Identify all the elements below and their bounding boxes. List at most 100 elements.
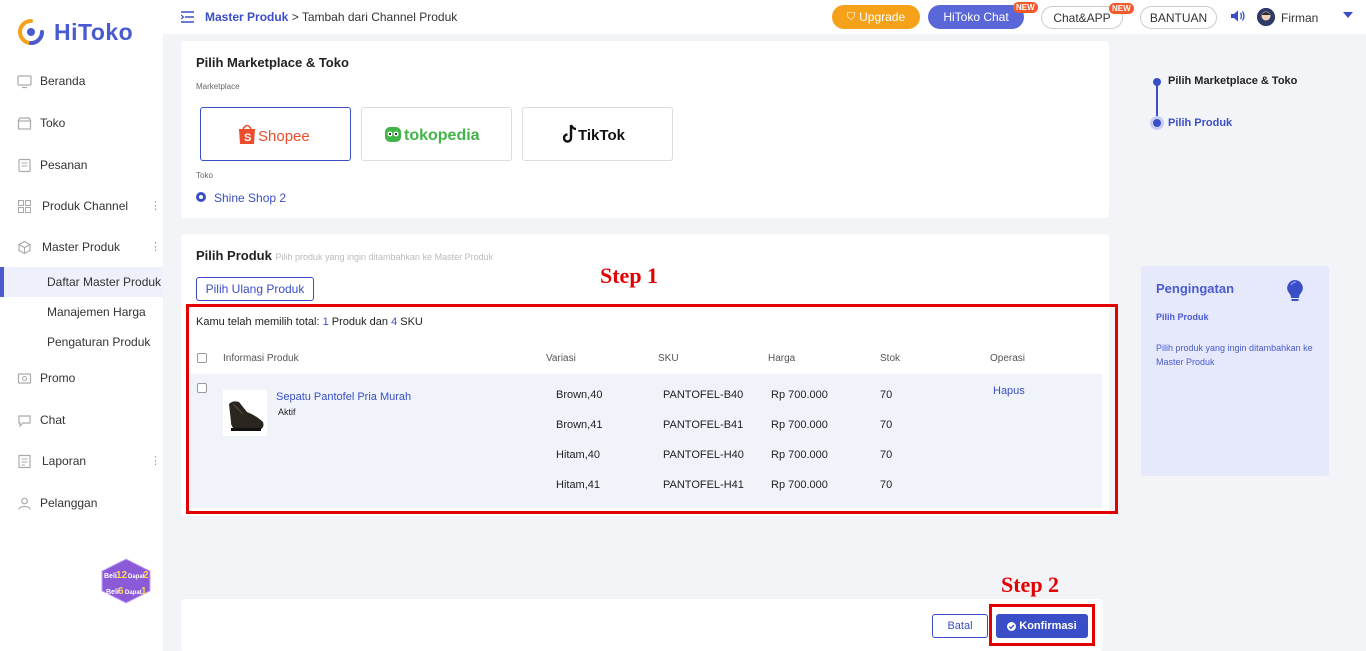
grid-icon	[18, 199, 31, 213]
reminder-subtitle: Pilih Produk	[1156, 312, 1209, 322]
sidebar-item-master-produk[interactable]: Master Produk ⋮	[0, 235, 163, 259]
step-dot-2	[1153, 119, 1161, 127]
step2-annotation: Step 2	[1001, 572, 1060, 597]
sidebar-item-beranda[interactable]: Beranda	[0, 69, 163, 93]
promo-icon	[17, 372, 32, 384]
sidebar-subitem-label: Manajemen Harga	[47, 305, 146, 319]
product-section-title-text: Pilih Produk	[196, 248, 272, 263]
promo-line1-b: 12	[116, 570, 128, 581]
sidebar-item-laporan[interactable]: Laporan ⋮	[0, 449, 163, 473]
shop-name[interactable]: Shine Shop 2	[214, 191, 286, 205]
shopee-wordmark: Shopee	[258, 128, 310, 145]
sidebar-item-label: Beranda	[40, 74, 86, 88]
cancel-button[interactable]: Batal	[932, 614, 988, 638]
bantuan-button[interactable]: BANTUAN	[1140, 6, 1217, 29]
product-section-title: Pilih Produk Pilih produk yang ingin dit…	[196, 248, 493, 263]
steps-connector-line	[1156, 83, 1158, 123]
marketplace-option-tiktok[interactable]: TikTok	[522, 107, 673, 161]
tiktok-logo: TikTok	[562, 124, 626, 144]
sidebar-item-pelanggan[interactable]: Pelanggan	[0, 491, 163, 515]
marketplace-card: Pilih Marketplace & Toko Marketplace S S…	[181, 41, 1109, 218]
reminder-description: Pilih produk yang ingin ditambahkan ke M…	[1156, 343, 1313, 367]
marketplace-label: Marketplace	[196, 82, 240, 91]
customer-icon	[18, 497, 31, 510]
promo-line2-d: 1	[141, 586, 147, 597]
marketplace-option-tokopedia[interactable]: tokopedia	[361, 107, 512, 161]
sidebar-subitem-manajemen-harga[interactable]: Manajemen Harga	[0, 297, 163, 327]
username: Firman	[1281, 11, 1319, 25]
step-2-label: Pilih Produk	[1168, 117, 1233, 129]
tokopedia-wordmark: tokopedia	[404, 127, 480, 144]
monitor-icon	[17, 74, 32, 88]
report-icon	[18, 454, 31, 468]
topbar: Master Produk > Tambah dari Channel Prod…	[163, 0, 1366, 34]
promo-line1-d: 2	[143, 570, 149, 581]
sidebar-subitem-daftar-master-produk[interactable]: Daftar Master Produk	[0, 267, 163, 297]
marketplace-section-title: Pilih Marketplace & Toko	[196, 55, 349, 70]
marketplace-option-shopee[interactable]: S Shopee	[200, 107, 351, 161]
avatar-image	[1257, 8, 1275, 26]
hitoko-chat-label: HiToko Chat	[943, 10, 1009, 24]
step-1-label: Pilih Marketplace & Toko	[1168, 75, 1298, 87]
avatar[interactable]	[1257, 8, 1275, 26]
sidebar: HiToko Beranda Toko Pesanan Produk Chann…	[0, 0, 163, 651]
breadcrumb-current: Tambah dari Channel Produk	[301, 10, 458, 24]
promo-line2-a: Beli	[106, 589, 119, 596]
step1-highlight-box	[186, 304, 1118, 514]
reminder-title: Pengingatan	[1156, 281, 1235, 296]
promo-line2-b: 6	[118, 586, 124, 597]
hitoko-chat-button[interactable]: HiToko Chat	[928, 5, 1024, 29]
menu-collapse-icon[interactable]	[181, 11, 194, 23]
sidebar-item-label: Chat	[40, 413, 66, 427]
more-icon[interactable]: ⋮	[150, 241, 161, 253]
cancel-label: Batal	[947, 620, 973, 632]
more-icon[interactable]: ⋮	[150, 455, 161, 467]
breadcrumb-separator: >	[288, 10, 302, 24]
upgrade-button[interactable]: ⛉ Upgrade	[832, 5, 920, 29]
step1-annotation: Step 1	[600, 263, 659, 288]
reselect-product-label: Pilih Ulang Produk	[205, 282, 305, 296]
breadcrumb-link-master-produk[interactable]: Master Produk	[205, 10, 288, 24]
toko-label: Toko	[196, 171, 213, 180]
hitoko-logo[interactable]: HiToko	[14, 18, 133, 46]
sidebar-item-toko[interactable]: Toko	[0, 111, 163, 135]
shopee-logo: S Shopee	[238, 124, 310, 145]
sidebar-item-label: Pesanan	[40, 158, 88, 172]
sidebar-subitem-label: Pengaturan Produk	[47, 335, 151, 349]
more-icon[interactable]: ⋮	[150, 200, 161, 212]
step2-highlight-box	[989, 604, 1095, 646]
reminder-panel: Pengingatan Pilih Produk Pilih produk ya…	[1141, 266, 1329, 476]
chat-app-label: Chat&APP	[1053, 10, 1111, 25]
lightbulb-icon	[1287, 280, 1303, 301]
product-section-hint: Pilih produk yang ingin ditambahkan ke M…	[275, 252, 494, 262]
sidebar-item-chat[interactable]: Chat	[0, 408, 163, 432]
upgrade-label: Upgrade	[859, 10, 906, 24]
sidebar-item-label: Pelanggan	[40, 496, 98, 510]
sidebar-item-produk-channel[interactable]: Produk Channel ⋮	[0, 194, 163, 218]
breadcrumb: Master Produk > Tambah dari Channel Prod…	[205, 10, 457, 24]
promo-line1-a: Beli	[104, 573, 117, 580]
user-dropdown-chevron-icon[interactable]	[1343, 12, 1353, 18]
shop-radio[interactable]	[196, 192, 206, 202]
svg-text:S: S	[244, 132, 251, 144]
speaker-icon[interactable]	[1230, 9, 1246, 23]
sidebar-item-promo[interactable]: Promo	[0, 366, 163, 390]
promo-badge[interactable]: Beli 12 Dapat 2 Beli 6 Dapat 1	[100, 558, 152, 604]
bantuan-label: BANTUAN	[1149, 10, 1208, 25]
tiktok-wordmark: TikTok	[578, 127, 626, 144]
reselect-product-button[interactable]: Pilih Ulang Produk	[196, 277, 314, 301]
sidebar-subitem-label: Daftar Master Produk	[47, 275, 162, 289]
sidebar-item-pesanan[interactable]: Pesanan	[0, 153, 163, 177]
promo-line2-c: Dapat	[125, 590, 142, 596]
sidebar-subitem-pengaturan-produk[interactable]: Pengaturan Produk	[0, 327, 163, 357]
order-icon	[18, 158, 31, 172]
box-icon	[18, 240, 31, 254]
sidebar-item-label: Produk Channel	[42, 199, 129, 213]
sidebar-item-label: Toko	[40, 116, 66, 130]
store-icon	[17, 116, 32, 130]
upgrade-icon: ⛉	[846, 10, 856, 23]
promo-badge-shape: Beli 12 Dapat 2 Beli 6 Dapat 1	[101, 558, 151, 604]
sidebar-item-label: Master Produk	[42, 240, 121, 254]
hitoko-logo-icon	[18, 19, 44, 45]
sidebar-item-label: Promo	[40, 371, 76, 385]
